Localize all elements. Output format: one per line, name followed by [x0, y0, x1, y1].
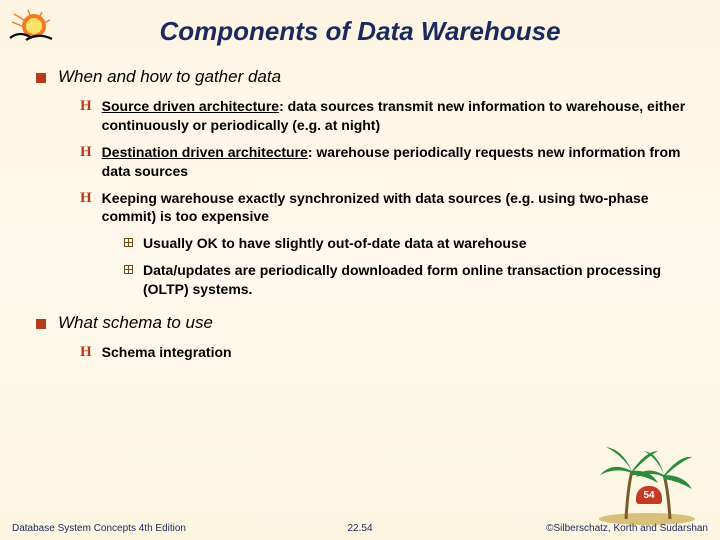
slide-footer: Database System Concepts 4th Edition 22.…: [0, 523, 720, 534]
bullet-when-how: When and how to gather data: [36, 67, 690, 87]
script-h-icon: H: [80, 189, 92, 207]
slide-title: Components of Data Warehouse: [0, 0, 720, 55]
slide-body: When and how to gather data H Source dri…: [0, 55, 720, 362]
lvl3-text: Data/updates are periodically downloaded…: [143, 261, 690, 299]
sub-destination-driven: H Destination driven architecture: wareh…: [80, 143, 690, 181]
grid-box-icon: [124, 265, 133, 274]
square-bullet-icon: [36, 319, 46, 329]
lvl2-text: Destination driven architecture: warehou…: [102, 143, 690, 181]
lvl2-text: Source driven architecture: data sources…: [102, 97, 690, 135]
page-number-badge: 54: [636, 486, 662, 504]
script-h-icon: H: [80, 97, 92, 115]
subsub-oltp: Data/updates are periodically downloaded…: [124, 261, 690, 299]
footer-left: Database System Concepts 4th Edition: [12, 523, 186, 534]
bullet-schema: What schema to use: [36, 313, 690, 333]
script-h-icon: H: [80, 143, 92, 161]
lvl3-text: Usually OK to have slightly out-of-date …: [143, 234, 527, 253]
sub-source-driven: H Source driven architecture: data sourc…: [80, 97, 690, 135]
underline-term: Destination driven architecture: [102, 144, 308, 160]
lvl2-text: Keeping warehouse exactly synchronized w…: [102, 189, 690, 227]
subsub-out-of-date: Usually OK to have slightly out-of-date …: [124, 234, 690, 253]
sub-schema-integration: H Schema integration: [80, 343, 690, 362]
grid-box-icon: [124, 238, 133, 247]
square-bullet-icon: [36, 73, 46, 83]
script-h-icon: H: [80, 343, 92, 361]
palm-corner-art: [592, 431, 702, 526]
lvl1-text: What schema to use: [58, 313, 213, 333]
lvl1-text: When and how to gather data: [58, 67, 281, 87]
lvl2-text: Schema integration: [102, 343, 232, 362]
sub-synchronized: H Keeping warehouse exactly synchronized…: [80, 189, 690, 227]
sun-corner-art: [8, 8, 68, 58]
footer-right: ©Silberschatz, Korth and Sudarshan: [546, 523, 708, 534]
underline-term: Source driven architecture: [102, 98, 279, 114]
footer-center: 22.54: [347, 523, 372, 534]
